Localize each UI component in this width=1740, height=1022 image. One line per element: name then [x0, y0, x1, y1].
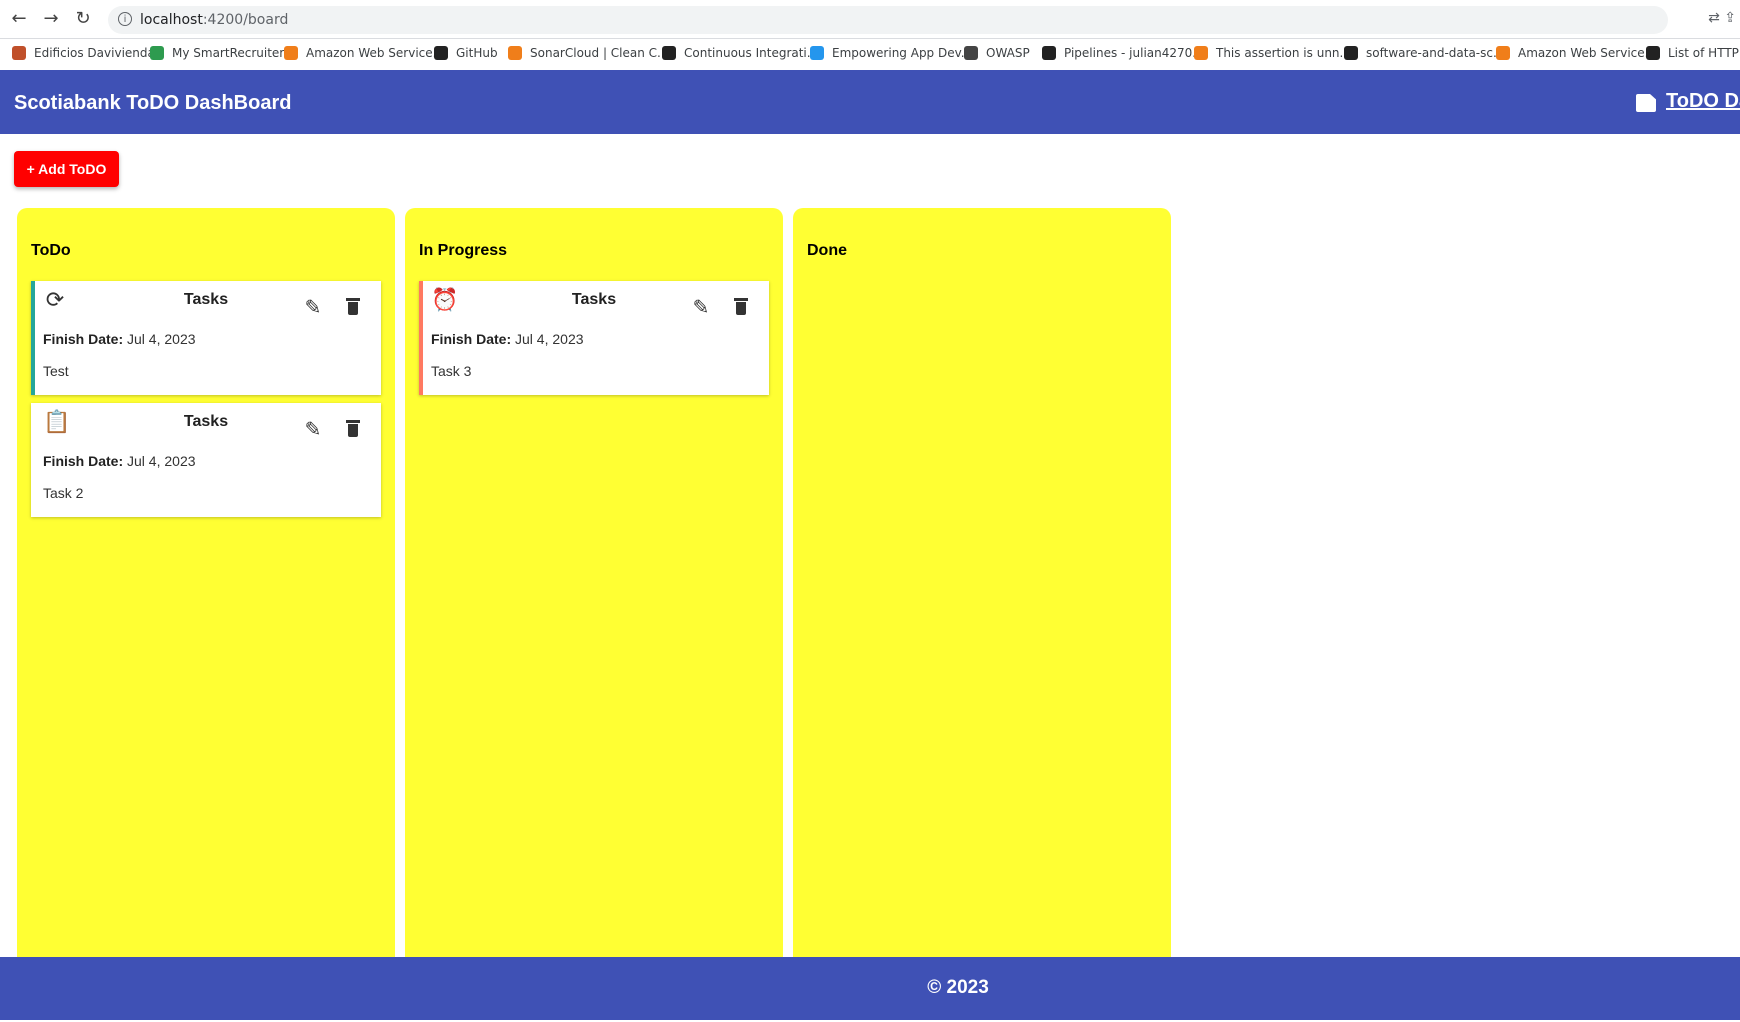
bookmark-item[interactable]: Pipelines - julian4270...	[1042, 46, 1204, 60]
bookmark-favicon-icon	[662, 46, 676, 60]
footer: © 2023	[0, 957, 1740, 1020]
bookmark-item[interactable]: Amazon Web Service...	[284, 46, 444, 60]
column-title: Done	[807, 242, 847, 259]
bookmark-favicon-icon	[1042, 46, 1056, 60]
site-info-icon[interactable]: i	[118, 12, 132, 26]
bookmark-item[interactable]: SonarCloud | Clean C...	[508, 46, 669, 60]
bookmark-label: Edificios Davivienda	[34, 46, 155, 60]
finish-date-label: Finish Date:	[431, 331, 512, 347]
browser-toolbar: ← → ↻ i localhost:4200/board ⇄ ⇪	[0, 0, 1740, 39]
bookmark-favicon-icon	[284, 46, 298, 60]
bookmark-item[interactable]: My SmartRecruiters	[150, 46, 291, 60]
bookmark-favicon-icon	[434, 46, 448, 60]
column-title: ToDo	[31, 242, 71, 259]
bookmark-label: GitHub	[456, 46, 498, 60]
url-host: localhost	[140, 12, 203, 28]
bookmark-label: My SmartRecruiters	[172, 46, 291, 60]
bookmark-favicon-icon	[1194, 46, 1208, 60]
edit-icon[interactable]: ✎	[301, 295, 325, 319]
bookmark-label: This assertion is unn...	[1216, 46, 1351, 60]
bookmark-favicon-icon	[810, 46, 824, 60]
card-title: Tasks	[571, 291, 617, 308]
reload-icon[interactable]: ↻	[72, 8, 94, 30]
finish-date: Finish Date: Jul 4, 2023	[43, 331, 196, 347]
column-in-progress: In Progress ⏰ Tasks ✎ Finish Date: Jul 4, 20…	[405, 208, 783, 958]
bookmark-favicon-icon	[508, 46, 522, 60]
url-text[interactable]: localhost:4200/board	[140, 12, 288, 28]
bookmark-item[interactable]: Edificios Davivienda	[12, 46, 155, 60]
page-title: Scotiabank ToDO DashBoard	[14, 92, 292, 114]
finish-date-value: Jul 4, 2023	[515, 331, 584, 347]
task-card[interactable]: ⟳ Tasks ✎ Finish Date: Jul 4, 2023 Test	[31, 281, 381, 395]
label-icon[interactable]	[1636, 94, 1656, 112]
bookmark-item[interactable]: Empowering App Dev...	[810, 46, 972, 60]
bookmark-label: software-and-data-sc...	[1366, 46, 1505, 60]
finish-date-value: Jul 4, 2023	[127, 331, 196, 347]
address-bar[interactable]: i localhost:4200/board	[108, 6, 1668, 34]
bookmark-item[interactable]: software-and-data-sc...	[1344, 46, 1504, 60]
card-title: Tasks	[183, 413, 229, 430]
bookmark-favicon-icon	[12, 46, 26, 60]
bookmark-label: Amazon Web Service...	[306, 46, 445, 60]
card-title: Tasks	[183, 291, 229, 308]
bookmarks-bar: Edificios Davivienda My SmartRecruiters Am…	[0, 39, 1740, 69]
bookmark-favicon-icon	[1344, 46, 1358, 60]
bookmark-item[interactable]: List of HTTP st	[1646, 46, 1740, 60]
task-card[interactable]: ⏰ Tasks ✎ Finish Date: Jul 4, 2023 Task 3	[419, 281, 769, 395]
bookmark-favicon-icon	[150, 46, 164, 60]
finish-date: Finish Date: Jul 4, 2023	[43, 453, 196, 469]
column-todo: ToDo ⟳ Tasks ✎ Finish Date: Jul 4, 2023 Test 📋…	[17, 208, 395, 958]
translate-share-icons[interactable]: ⇄ ⇪	[1708, 10, 1736, 26]
back-arrow-icon[interactable]: ←	[8, 8, 30, 30]
bookmark-favicon-icon	[1646, 46, 1660, 60]
card-description: Task 3	[431, 363, 472, 379]
bookmark-label: List of HTTP st	[1668, 46, 1740, 60]
add-todo-button[interactable]: + Add ToDO	[14, 151, 119, 187]
column-done: Done	[793, 208, 1171, 958]
card-description: Task 2	[43, 485, 84, 501]
bookmark-item[interactable]: This assertion is unn...	[1194, 46, 1351, 60]
bookmark-item[interactable]: Continuous Integrati...	[662, 46, 818, 60]
bookmark-label: Empowering App Dev...	[832, 46, 973, 60]
bookmark-label: SonarCloud | Clean C...	[530, 46, 669, 60]
delete-icon[interactable]	[341, 417, 365, 441]
copyright-text: © 2023	[927, 977, 989, 998]
card-description: Test	[43, 363, 69, 379]
url-path: :4200/board	[202, 12, 289, 28]
todo-dashboard-link[interactable]: ToDO Da	[1666, 90, 1740, 113]
delete-icon[interactable]	[729, 295, 753, 319]
bookmark-item[interactable]: GitHub	[434, 46, 498, 60]
edit-icon[interactable]: ✎	[301, 417, 325, 441]
finish-date: Finish Date: Jul 4, 2023	[431, 331, 584, 347]
app-header: Scotiabank ToDO DashBoard ToDO Da	[0, 70, 1740, 134]
finish-date-value: Jul 4, 2023	[127, 453, 196, 469]
bookmark-favicon-icon	[964, 46, 978, 60]
task-card[interactable]: 📋 Tasks ✎ Finish Date: Jul 4, 2023 Task 2	[31, 403, 381, 517]
bookmark-item[interactable]: OWASP	[964, 46, 1030, 60]
bookmark-label: Continuous Integrati...	[684, 46, 819, 60]
edit-icon[interactable]: ✎	[689, 295, 713, 319]
delete-icon[interactable]	[341, 295, 365, 319]
bookmark-label: OWASP	[986, 46, 1030, 60]
bookmark-item[interactable]: Amazon Web Service...	[1496, 46, 1656, 60]
bookmark-label: Amazon Web Service...	[1518, 46, 1657, 60]
bookmark-favicon-icon	[1496, 46, 1510, 60]
finish-date-label: Finish Date:	[43, 331, 124, 347]
bookmark-label: Pipelines - julian4270...	[1064, 46, 1204, 60]
column-title: In Progress	[419, 242, 508, 259]
forward-arrow-icon[interactable]: →	[40, 8, 62, 30]
finish-date-label: Finish Date:	[43, 453, 124, 469]
